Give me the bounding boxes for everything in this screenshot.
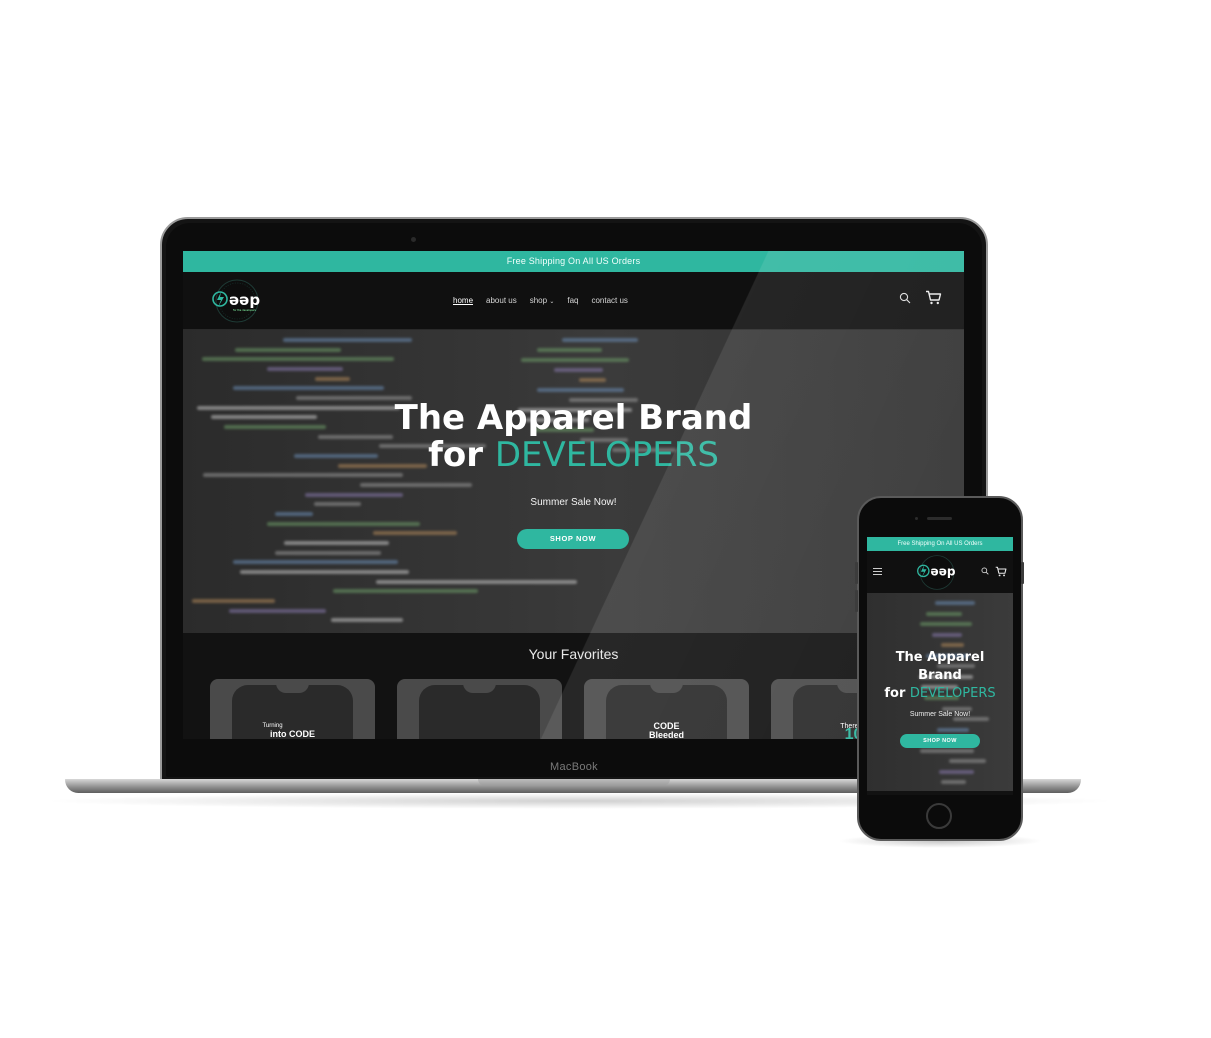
chevron-down-icon: ⌄ <box>549 299 555 305</box>
code-line <box>940 643 964 648</box>
code-line <box>931 632 963 637</box>
cart-icon[interactable] <box>995 566 1007 577</box>
header-icons <box>899 290 942 305</box>
code-line <box>283 541 390 545</box>
phone-hero: The Apparel Brand for DEVELOPERS Summer … <box>867 593 1013 791</box>
cart-icon[interactable] <box>925 290 942 305</box>
code-line <box>239 570 410 574</box>
code-line <box>925 611 963 616</box>
laptop-camera <box>411 237 416 242</box>
code-line <box>191 599 275 603</box>
phone-volume-button <box>855 562 858 584</box>
phone-speaker <box>927 517 952 520</box>
code-line <box>275 550 381 555</box>
favorites-section: Your Favorites Turning into CODE CODE Bl… <box>183 633 964 739</box>
code-line <box>919 748 974 753</box>
code-line <box>949 759 987 764</box>
product-card[interactable]: Turning into CODE <box>210 679 375 739</box>
code-line <box>537 348 602 352</box>
code-line <box>330 618 403 623</box>
code-line <box>939 769 974 774</box>
site-header: әәр for the developers home about us sho… <box>183 272 964 330</box>
brand-logo[interactable]: әәр for the developers <box>209 278 265 324</box>
announcement-bar: Free Shipping On All US Orders <box>183 251 964 272</box>
phone-volume-button <box>855 590 858 612</box>
code-line <box>934 601 976 605</box>
nav-faq[interactable]: faq <box>567 296 578 305</box>
code-line <box>274 512 313 516</box>
search-icon[interactable] <box>899 292 911 304</box>
code-line <box>562 338 639 342</box>
phone-announcement-bar: Free Shipping On All US Orders <box>867 537 1013 551</box>
code-line <box>373 531 457 536</box>
search-icon[interactable] <box>981 567 989 575</box>
code-line <box>520 358 629 362</box>
phone-home-button <box>926 803 952 829</box>
phone-header: әәр <box>867 551 1013 593</box>
hero-subtitle: Summer Sale Now! <box>530 497 617 508</box>
code-line <box>202 357 394 362</box>
hero-banner: The Apparel Brand for DEVELOPERS Summer … <box>183 330 964 633</box>
code-line <box>267 367 343 371</box>
phone-hero-title: The Apparel Brand for DEVELOPERS <box>867 649 1013 703</box>
favorites-title: Your Favorites <box>528 646 619 662</box>
tshirt-image <box>419 683 540 739</box>
main-nav: home about us shop ⌄ faq contact us <box>453 296 628 305</box>
code-line <box>376 579 578 584</box>
phone-power-button <box>1021 562 1024 584</box>
code-line <box>936 727 969 732</box>
phone-shop-now-button[interactable]: SHOP NOW <box>900 734 980 748</box>
phone-hero-title-line1: The Apparel <box>895 650 985 665</box>
nav-shop-label: shop <box>529 296 548 305</box>
hero-title: The Apparel Brand for DEVELOPERS <box>183 400 964 474</box>
code-line <box>234 347 342 352</box>
phone-hero-title-for: for <box>884 686 906 701</box>
menu-icon[interactable] <box>873 568 882 575</box>
phone-camera <box>915 517 918 520</box>
shirt-print-line2: Bleeded <box>648 730 684 740</box>
laptop-screen: Free Shipping On All US Orders әәр for t… <box>183 251 964 739</box>
code-line <box>233 560 399 565</box>
code-line <box>578 378 607 382</box>
shop-now-button[interactable]: SHOP NOW <box>517 529 629 549</box>
hero-title-for: for <box>428 435 483 475</box>
code-line <box>267 521 421 526</box>
hero-title-line1: The Apparel Brand <box>394 398 753 438</box>
phone-hero-subtitle: Summer Sale Now! <box>909 711 971 718</box>
code-line <box>919 622 972 627</box>
shirt-print-line2: into CODE <box>270 729 315 739</box>
code-line <box>941 706 972 711</box>
laptop-notch <box>478 779 670 786</box>
svg-text:for the developers: for the developers <box>233 308 257 312</box>
brand-logo[interactable]: әәр <box>914 554 960 591</box>
nav-home[interactable]: home <box>453 296 473 305</box>
phone-hero-title-accent: DEVELOPERS <box>909 686 996 701</box>
product-card[interactable] <box>397 679 562 739</box>
code-line <box>332 589 478 594</box>
svg-text:әәр: әәр <box>229 291 260 309</box>
hero-title-accent: DEVELOPERS <box>494 435 719 475</box>
code-line <box>229 608 326 613</box>
nav-about-us[interactable]: about us <box>486 296 517 305</box>
nav-contact-us[interactable]: contact us <box>591 296 627 305</box>
phone-hero-title-line2: Brand <box>918 668 962 683</box>
code-line <box>232 386 385 391</box>
phone-screen: Free Shipping On All US Orders әәр The A… <box>867 537 1013 795</box>
code-line <box>282 338 413 342</box>
code-line <box>536 388 624 392</box>
svg-text:әәр: әәр <box>931 565 956 579</box>
code-line <box>554 368 603 372</box>
code-line <box>359 483 472 487</box>
code-line <box>315 376 351 381</box>
nav-shop[interactable]: shop ⌄ <box>530 296 555 305</box>
product-card[interactable]: CODE Bleeded <box>584 679 749 739</box>
code-line <box>940 780 966 785</box>
